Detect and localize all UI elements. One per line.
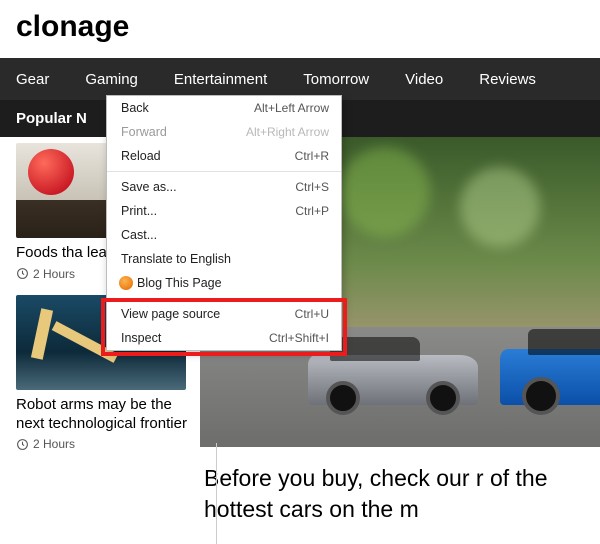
nav-gear[interactable]: Gear [4, 71, 67, 88]
nav-reviews[interactable]: Reviews [461, 71, 554, 88]
card-title: Robot arms may be the next technological… [16, 396, 200, 434]
menu-separator [107, 171, 341, 172]
divider-vertical [216, 443, 217, 544]
card-meta: 2 Hours [16, 437, 200, 451]
bokeh-circle [460, 167, 540, 247]
menu-shortcut: Alt+Left Arrow [254, 101, 329, 115]
hero-caption: Before you buy, check our r of the hotte… [200, 447, 600, 525]
context-menu-cast[interactable]: Cast... [107, 223, 341, 247]
menu-shortcut: Alt+Right Arrow [246, 125, 329, 139]
context-menu: Back Alt+Left Arrow Forward Alt+Right Ar… [106, 95, 342, 351]
context-menu-view-source[interactable]: View page source Ctrl+U [107, 302, 341, 326]
menu-shortcut: Ctrl+P [295, 204, 329, 218]
context-menu-forward: Forward Alt+Right Arrow [107, 120, 341, 144]
menu-label: Cast... [121, 228, 329, 242]
card-meta-text: 2 Hours [33, 437, 75, 451]
context-menu-inspect[interactable]: Inspect Ctrl+Shift+I [107, 326, 341, 350]
menu-label: Back [121, 101, 254, 115]
menu-label: Forward [121, 125, 246, 139]
bokeh-circle [340, 147, 430, 237]
clock-icon [16, 438, 29, 451]
menu-label: Inspect [121, 331, 269, 345]
toy-car-silver [308, 355, 478, 405]
menu-separator [107, 298, 341, 299]
site-title: clonage [0, 0, 600, 58]
main-nav: Gear Gaming Entertainment Tomorrow Video… [0, 58, 600, 100]
menu-label: View page source [121, 307, 295, 321]
nav-video[interactable]: Video [387, 71, 461, 88]
menu-label: Print... [121, 204, 295, 218]
context-menu-print[interactable]: Print... Ctrl+P [107, 199, 341, 223]
menu-shortcut: Ctrl+U [295, 307, 329, 321]
menu-shortcut: Ctrl+R [295, 149, 329, 163]
context-menu-save-as[interactable]: Save as... Ctrl+S [107, 175, 341, 199]
context-menu-back[interactable]: Back Alt+Left Arrow [107, 96, 341, 120]
menu-shortcut: Ctrl+S [295, 180, 329, 194]
clock-icon [16, 267, 29, 280]
menu-label: Translate to English [121, 252, 329, 266]
menu-label: Save as... [121, 180, 295, 194]
menu-shortcut: Ctrl+Shift+I [269, 331, 329, 345]
toy-car-blue [500, 349, 600, 405]
context-menu-blog-this-page[interactable]: Blog This Page [107, 271, 341, 295]
menu-label: Blog This Page [137, 276, 329, 290]
card-meta-text: 2 Hours [33, 267, 75, 281]
context-menu-reload[interactable]: Reload Ctrl+R [107, 144, 341, 168]
menu-label: Reload [121, 149, 295, 163]
context-menu-translate[interactable]: Translate to English [107, 247, 341, 271]
nav-entertainment[interactable]: Entertainment [156, 71, 285, 88]
nav-gaming[interactable]: Gaming [67, 71, 156, 88]
blogger-icon [119, 276, 133, 290]
nav-tomorrow[interactable]: Tomorrow [285, 71, 387, 88]
